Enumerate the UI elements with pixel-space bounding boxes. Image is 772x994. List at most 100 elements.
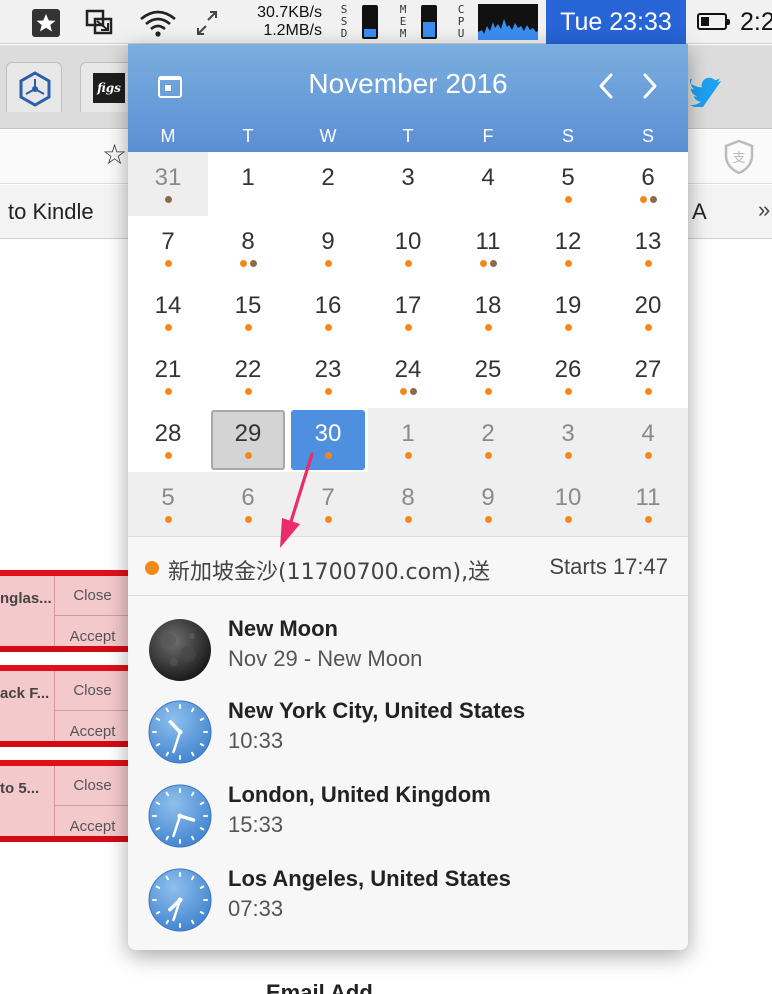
calendar-day[interactable]: 27 [608,344,688,408]
calendar-day[interactable]: 6 [608,152,688,216]
calendar-day[interactable]: 3 [368,152,448,216]
calendar-day[interactable]: 20 [608,280,688,344]
calendar-day[interactable]: 28 [128,408,208,472]
calendar-day[interactable]: 25 [448,344,528,408]
calendar-grid: 31 1 2 3 4 5 6 7 8 9 10 11 12 13 14 15 16 17 18 19 20 21 22 23 2… [128,152,688,536]
calendar-day[interactable]: 9 [448,472,528,536]
event-dot [239,260,247,267]
notification-close-button[interactable]: Close [55,576,130,616]
calendar-day[interactable]: 5 [528,152,608,216]
shield-extension-icon[interactable]: 支 [724,140,754,174]
calendar-day[interactable]: 26 [528,344,608,408]
event-dots [608,259,688,267]
calendar-day[interactable]: 21 [128,344,208,408]
wifi-icon[interactable] [138,8,178,38]
notification-accept-button[interactable]: Accept [55,617,130,657]
calendar-day[interactable]: 2 [448,408,528,472]
event-dot [644,260,652,267]
event-dot [244,388,252,395]
second-clock-clipped[interactable]: 2:2 [740,0,772,44]
calendar-day[interactable]: 10 [368,216,448,280]
screen-share-icon[interactable] [84,8,114,38]
event-dots [528,323,608,331]
svg-text:支: 支 [732,151,745,166]
bookmarks-more-chevron[interactable]: » [758,197,770,223]
calendar-day[interactable]: 16 [288,280,368,344]
calendar-day[interactable]: 11 [608,472,688,536]
calendar-day[interactable]: 1 [368,408,448,472]
bookmark-to-kindle[interactable]: to Kindle [8,199,94,225]
event-dot [484,452,492,459]
calendar-day[interactable]: 4 [608,408,688,472]
calendar-icon[interactable] [158,76,182,98]
notification-accept-button[interactable]: Accept [55,712,130,752]
event-dots [128,515,208,523]
menu-bar: 30.7KB/s 1.2MB/s SSD MEM CPU Tue 23:33 2… [0,0,772,44]
fullscreen-icon[interactable] [194,8,220,38]
chevron-right-icon[interactable] [634,70,664,102]
event-dot [564,452,572,459]
calendar-day[interactable]: 23 [288,344,368,408]
calendar-popover: November 2016 M T W T F S S 31 1 2 3 4 5 6 7 8 9 1… [128,44,688,950]
calendar-day[interactable]: 15 [208,280,288,344]
calendar-day[interactable]: 14 [128,280,208,344]
calendar-day[interactable]: 2 [288,152,368,216]
calendar-day[interactable]: 8 [208,216,288,280]
calendar-day[interactable]: 31 [128,152,208,216]
twitter-icon[interactable] [690,77,724,107]
info-subtitle: 15:33 [228,812,284,837]
info-title: Los Angeles, United States [228,866,511,891]
day-number: 8 [401,484,415,511]
calendar-day[interactable]: 8 [368,472,448,536]
calendar-day[interactable]: 22 [208,344,288,408]
day-number: 3 [561,420,575,447]
calendar-day[interactable]: 17 [368,280,448,344]
calendar-day[interactable]: 11 [448,216,528,280]
info-title: New Moon [228,616,338,641]
calendar-day[interactable]: 19 [528,280,608,344]
battery-icon[interactable] [697,13,730,30]
calendar-day[interactable]: 24 [368,344,448,408]
calendar-day[interactable]: 13 [608,216,688,280]
menubar-clock[interactable]: Tue 23:33 [546,0,686,44]
event-row[interactable]: 新加坡金沙(11700700.com),送 Starts 17:47 [128,536,688,596]
event-dots [448,259,528,267]
notification-accept-button[interactable]: Accept [55,807,130,847]
event-dots [288,323,368,331]
day-number: 4 [481,164,495,191]
weekday-label: M [160,126,176,146]
event-dot [564,388,572,395]
day-number: 29 [234,420,262,447]
notification-card: to 5... Close Accept [0,760,130,842]
chevron-left-icon[interactable] [592,70,622,102]
calendar-day[interactable]: 3 [528,408,608,472]
calendar-day[interactable]: 5 [128,472,208,536]
moon-phase-row: New Moon Nov 29 - New Moon [128,608,688,692]
calendar-day[interactable]: 4 [448,152,528,216]
browser-tab[interactable] [6,62,62,112]
bookmark-star-icon[interactable]: ☆ [102,138,127,171]
info-title: London, United Kingdom [228,782,491,807]
event-dot [164,260,172,267]
event-dots [528,195,608,203]
day-number: 5 [161,484,175,511]
event-dot [324,516,332,523]
event-dots [208,259,288,267]
calendar-day[interactable]: 10 [528,472,608,536]
notification-close-button[interactable]: Close [55,766,130,806]
calendar-day[interactable]: 9 [288,216,368,280]
bookmark-a[interactable]: A [692,199,707,225]
calendar-day[interactable]: 12 [528,216,608,280]
day-number: 31 [154,164,182,191]
star-icon[interactable] [30,8,62,38]
notification-close-button[interactable]: Close [55,671,130,711]
day-number: 25 [474,356,502,383]
info-subtitle: 10:33 [228,728,284,753]
calendar-day[interactable]: 18 [448,280,528,344]
event-dots [608,195,688,203]
day-number: 7 [161,228,175,255]
calendar-day[interactable]: 1 [208,152,288,216]
event-dots [128,195,208,203]
calendar-day[interactable]: 7 [128,216,208,280]
event-dot [484,388,492,395]
